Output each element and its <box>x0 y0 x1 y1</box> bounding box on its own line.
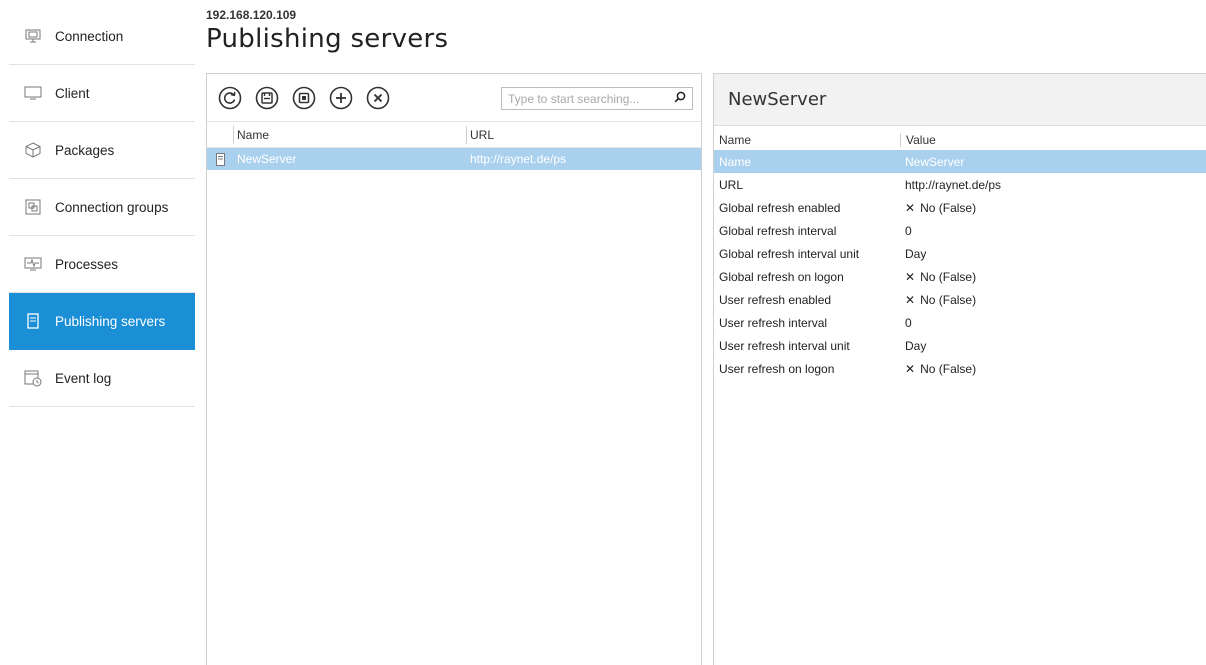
save-button[interactable] <box>254 85 280 111</box>
property-value-text: No (False) <box>920 292 977 307</box>
sidebar-item-event-log[interactable]: Event log <box>9 350 195 407</box>
property-value[interactable]: 0 <box>900 316 1206 330</box>
publish-icon <box>292 86 316 109</box>
cross-icon: ✕ <box>905 200 916 215</box>
search-input[interactable] <box>508 91 674 106</box>
property-value[interactable]: http://raynet.de/ps <box>900 178 1206 192</box>
property-row[interactable]: URL http://raynet.de/ps <box>714 173 1206 196</box>
property-row[interactable]: User refresh on logon ✕ No (False) <box>714 357 1206 380</box>
column-header-value[interactable]: Value <box>900 133 1206 147</box>
event-log-icon <box>24 369 42 387</box>
property-row[interactable]: User refresh interval unit Day <box>714 334 1206 357</box>
sidebar-item-publishing-servers[interactable]: Publishing servers <box>9 293 195 350</box>
property-value[interactable]: ✕ No (False) <box>900 201 1206 215</box>
property-grid: Name NewServer URL http://raynet.de/ps G… <box>714 150 1206 380</box>
server-icon <box>207 152 233 166</box>
toolbar <box>207 74 701 122</box>
property-row[interactable]: User refresh enabled ✕ No (False) <box>714 288 1206 311</box>
column-header-url[interactable]: URL <box>467 128 701 142</box>
property-name: User refresh on logon <box>719 361 835 376</box>
sidebar-item-processes[interactable]: Processes <box>9 236 195 293</box>
remove-icon <box>366 86 390 109</box>
column-header-name[interactable]: Name <box>714 133 900 147</box>
monitor-icon <box>24 27 42 45</box>
sidebar-item-connection[interactable]: Connection <box>9 8 195 65</box>
sidebar-item-label: Publishing servers <box>55 313 166 329</box>
property-name: URL <box>719 177 744 192</box>
grid-header: Name URL <box>207 122 701 148</box>
server-address: 192.168.120.109 <box>206 8 297 22</box>
refresh-icon <box>218 86 242 109</box>
cross-icon: ✕ <box>905 292 916 307</box>
add-icon <box>329 86 353 109</box>
server-name-cell: NewServer <box>237 152 297 166</box>
servers-list-panel: Name URL NewServer http://raynet.de/ps <box>206 73 702 665</box>
table-row[interactable]: NewServer http://raynet.de/ps <box>207 148 701 170</box>
cross-icon: ✕ <box>905 269 916 284</box>
property-value[interactable]: ✕ No (False) <box>900 362 1206 376</box>
process-icon <box>24 255 42 273</box>
property-value[interactable]: Day <box>900 339 1206 353</box>
property-value-text: No (False) <box>920 269 977 284</box>
add-button[interactable] <box>328 85 354 111</box>
property-name: User refresh interval <box>719 315 828 330</box>
property-value[interactable]: ✕ No (False) <box>900 270 1206 284</box>
property-row[interactable]: Global refresh interval unit Day <box>714 242 1206 265</box>
sidebar-nav: Connection Client Packages Connection gr… <box>9 8 195 407</box>
sidebar-item-connection-groups[interactable]: Connection groups <box>9 179 195 236</box>
property-row[interactable]: Name NewServer <box>714 150 1206 173</box>
property-row[interactable]: User refresh interval 0 <box>714 311 1206 334</box>
search-icon[interactable] <box>674 91 686 106</box>
server-url-cell: http://raynet.de/ps <box>470 152 567 166</box>
property-name: Global refresh enabled <box>719 200 841 215</box>
server-icon <box>24 312 42 330</box>
sidebar-item-client[interactable]: Client <box>9 65 195 122</box>
publish-button[interactable] <box>291 85 317 111</box>
sidebar-item-label: Client <box>55 85 90 101</box>
property-name: Global refresh on logon <box>719 269 844 284</box>
sidebar-item-label: Packages <box>55 142 115 158</box>
property-name: Name <box>719 154 752 169</box>
property-row[interactable]: Global refresh on logon ✕ No (False) <box>714 265 1206 288</box>
client-icon <box>24 84 42 102</box>
property-row[interactable]: Global refresh enabled ✕ No (False) <box>714 196 1206 219</box>
property-grid-header: Name Value <box>714 126 1206 150</box>
details-title: NewServer <box>714 74 1206 126</box>
search-box <box>501 87 693 110</box>
sidebar-item-label: Connection <box>55 28 124 44</box>
property-name: User refresh interval unit <box>719 338 850 353</box>
property-name: Global refresh interval unit <box>719 246 860 261</box>
page-header: 192.168.120.109 Publishing servers <box>206 8 448 54</box>
property-row[interactable]: Global refresh interval 0 <box>714 219 1206 242</box>
cross-icon: ✕ <box>905 361 916 376</box>
package-icon <box>24 141 42 159</box>
refresh-button[interactable] <box>217 85 243 111</box>
property-value[interactable]: Day <box>900 247 1206 261</box>
sidebar-item-label: Connection groups <box>55 199 169 215</box>
column-header-name[interactable]: Name <box>234 128 466 142</box>
property-value[interactable]: NewServer <box>900 155 1206 169</box>
sidebar-item-label: Event log <box>55 370 112 386</box>
property-value[interactable]: 0 <box>900 224 1206 238</box>
sidebar-item-label: Processes <box>55 256 119 272</box>
property-value-text: No (False) <box>920 361 977 376</box>
page-title: Publishing servers <box>206 24 449 54</box>
property-value-text: No (False) <box>920 200 977 215</box>
property-name: Global refresh interval <box>719 223 837 238</box>
property-value[interactable]: ✕ No (False) <box>900 293 1206 307</box>
group-icon <box>24 198 42 216</box>
details-panel: NewServer Name Value Name NewServer URL … <box>713 73 1206 665</box>
sidebar-item-packages[interactable]: Packages <box>9 122 195 179</box>
remove-button[interactable] <box>365 85 391 111</box>
property-name: User refresh enabled <box>719 292 832 307</box>
save-icon <box>255 86 279 109</box>
